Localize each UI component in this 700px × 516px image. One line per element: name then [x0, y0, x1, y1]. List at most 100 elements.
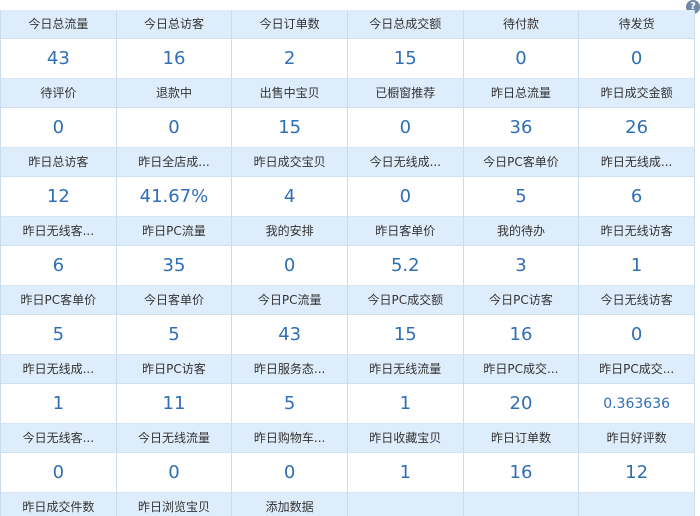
- metric-label: 今日无线流量: [116, 424, 233, 453]
- metric-label: 昨日总流量: [463, 79, 580, 108]
- metric-label: 昨日服务态...: [232, 355, 348, 384]
- metric-label-row: 昨日无线成... 昨日PC访客 昨日服务态... 昨日无线流量 昨日PC成交... 昨日P…: [1, 355, 695, 384]
- metric-value: 4: [232, 177, 348, 217]
- metric-value: 5: [1, 315, 117, 355]
- metric-value-row: 6 35 0 5.2 3 1: [1, 246, 695, 286]
- metric-value: 43: [1, 39, 117, 79]
- metric-value: 16: [463, 315, 580, 355]
- metric-value: 5: [116, 315, 233, 355]
- metric-value: 5: [463, 177, 580, 217]
- metric-label: 昨日PC客单价: [1, 286, 117, 315]
- metric-value-row: 1 11 5 1 20 0.363636: [1, 384, 695, 424]
- stats-grid: 今日总流量 今日总访客 今日订单数 今日总成交额 待付款 待发货 43 16 2 15 0 0 待评价退…: [0, 10, 695, 516]
- metric-label: 昨日PC流量: [116, 217, 233, 246]
- metric-value: 36: [463, 108, 580, 148]
- metric-value: 15: [232, 108, 348, 148]
- add-data-button[interactable]: 添加数据: [232, 493, 348, 516]
- metric-label-row: 昨日无线客... 昨日PC流量 我的安排 昨日客单价 我的待办 昨日无线访客: [1, 217, 695, 246]
- metric-label-row: 昨日总访客 昨日全店成... 昨日成交宝贝 今日无线成... 今日PC客单价 昨日无线成.…: [1, 148, 695, 177]
- metric-label: 我的安排: [232, 217, 348, 246]
- metric-value: 0: [232, 453, 348, 493]
- metric-label: [579, 493, 695, 516]
- metric-value: 35: [116, 246, 233, 286]
- metric-label: 昨日成交金额: [579, 79, 695, 108]
- metric-label: 今日无线成...: [347, 148, 464, 177]
- metric-value: 2: [232, 39, 348, 79]
- metric-value: 0: [232, 246, 348, 286]
- metric-label: 昨日成交件数: [1, 493, 117, 516]
- metric-value: 1: [579, 246, 695, 286]
- dashboard-page: ? 今日总流量 今日总访客 今日订单数 今日总成交额 待付款 待发货 43 16 2 15 0 0 待评…: [0, 0, 700, 516]
- metric-value: 0: [347, 177, 464, 217]
- metric-value-row: 43 16 2 15 0 0: [1, 39, 695, 79]
- metric-label-row: 今日无线客... 今日无线流量 昨日购物车... 昨日收藏宝贝 昨日订单数 昨日好评数: [1, 424, 695, 453]
- metric-value: 41.67%: [116, 177, 233, 217]
- metric-label: 昨日浏览宝贝: [116, 493, 233, 516]
- metric-value: 6: [1, 246, 117, 286]
- metric-label: 今日总流量: [1, 10, 117, 39]
- metric-label-row: 今日总流量 今日总访客 今日订单数 今日总成交额 待付款 待发货: [1, 10, 695, 39]
- metric-value: 1: [347, 453, 464, 493]
- metric-label: 昨日成交宝贝: [232, 148, 348, 177]
- metric-label: 昨日购物车...: [232, 424, 348, 453]
- metric-label: 昨日总访客: [1, 148, 117, 177]
- metric-label: 昨日订单数: [463, 424, 580, 453]
- metric-value: 16: [463, 453, 580, 493]
- metric-label-row: 昨日PC客单价 今日客单价 今日PC流量 今日PC成交额 今日PC访客 今日无线访客: [1, 286, 695, 315]
- metric-value: 11: [116, 384, 233, 424]
- metric-value: 20: [463, 384, 580, 424]
- metric-label-row: 昨日成交件数 昨日浏览宝贝 添加数据: [1, 493, 695, 516]
- metric-label: 今日PC客单价: [463, 148, 580, 177]
- metric-label: 今日无线客...: [1, 424, 117, 453]
- metric-label: 昨日无线访客: [579, 217, 695, 246]
- metric-label: 昨日PC成交...: [579, 355, 695, 384]
- metric-value-row: 0 0 0 1 16 12: [1, 453, 695, 493]
- metric-label: 待评价: [1, 79, 117, 108]
- metric-label: 我的待办: [463, 217, 580, 246]
- metric-value-row: 12 41.67% 4 0 5 6: [1, 177, 695, 217]
- metric-label: 今日PC成交额: [347, 286, 464, 315]
- metric-label: 昨日PC访客: [116, 355, 233, 384]
- metric-label: 昨日无线成...: [579, 148, 695, 177]
- metric-value: 0: [1, 453, 117, 493]
- metric-value: 15: [347, 315, 464, 355]
- metric-value: 3: [463, 246, 580, 286]
- metric-value-row: 0 0 15 0 36 26: [1, 108, 695, 148]
- metric-label: 已橱窗推荐: [347, 79, 464, 108]
- metric-value: 0: [116, 108, 233, 148]
- metric-label: 待付款: [463, 10, 580, 39]
- metric-label: 今日总访客: [116, 10, 233, 39]
- metric-label: 今日无线访客: [579, 286, 695, 315]
- metric-value: 12: [1, 177, 117, 217]
- metric-value: 1: [347, 384, 464, 424]
- metric-value: 26: [579, 108, 695, 148]
- metric-label: 昨日无线成...: [1, 355, 117, 384]
- metric-label: 昨日PC成交...: [463, 355, 580, 384]
- metric-value: 12: [579, 453, 695, 493]
- metric-label: 今日总成交额: [347, 10, 464, 39]
- metric-label-row: 待评价 退款中 出售中宝贝 已橱窗推荐 昨日总流量 昨日成交金额: [1, 79, 695, 108]
- metric-label: 昨日客单价: [347, 217, 464, 246]
- metric-label: 昨日无线客...: [1, 217, 117, 246]
- metric-label: 今日PC访客: [463, 286, 580, 315]
- metric-label: 今日客单价: [116, 286, 233, 315]
- metric-value: 5.2: [347, 246, 464, 286]
- metric-label: 今日PC流量: [232, 286, 348, 315]
- metric-value: 0: [116, 453, 233, 493]
- metric-label: 待发货: [579, 10, 695, 39]
- metric-label: 昨日无线流量: [347, 355, 464, 384]
- metric-label: 今日订单数: [232, 10, 348, 39]
- metric-value: 0: [347, 108, 464, 148]
- metric-value-row: 5 5 43 15 16 0: [1, 315, 695, 355]
- metric-value: 43: [232, 315, 348, 355]
- metric-value: 0: [1, 108, 117, 148]
- metric-value: 1: [1, 384, 117, 424]
- metric-label: 出售中宝贝: [232, 79, 348, 108]
- metric-value: 16: [116, 39, 233, 79]
- metric-label: 昨日好评数: [579, 424, 695, 453]
- metric-value: 0: [579, 315, 695, 355]
- metric-label: [347, 493, 464, 516]
- metric-value: 0: [579, 39, 695, 79]
- metric-value: 6: [579, 177, 695, 217]
- metric-value: 5: [232, 384, 348, 424]
